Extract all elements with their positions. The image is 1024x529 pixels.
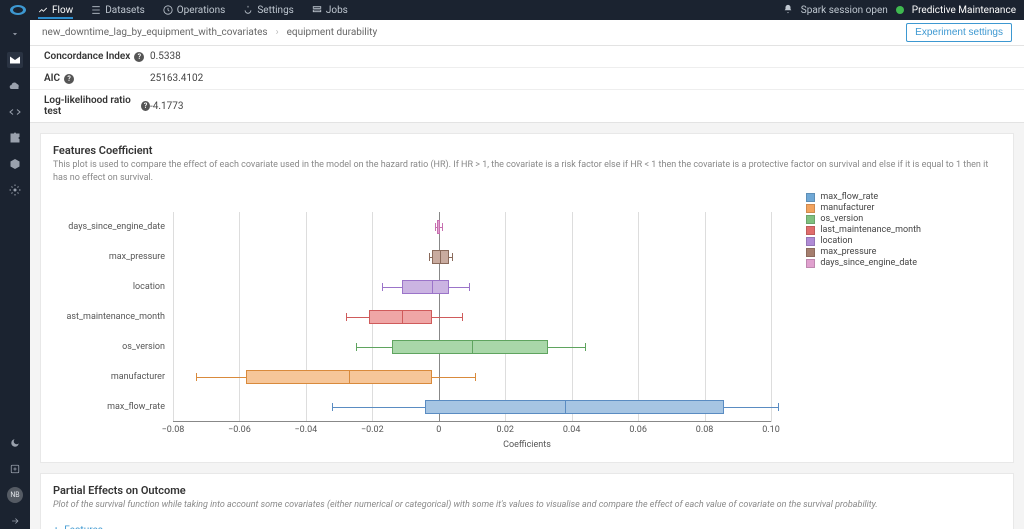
moon-icon[interactable] — [7, 435, 23, 451]
metric-value: 0.5338 — [150, 51, 181, 62]
y-tick-label: os_version — [59, 342, 169, 352]
box-days_since_engine_date — [173, 220, 771, 234]
project-name[interactable]: Predictive Maintenance — [912, 5, 1016, 16]
plot-area — [173, 212, 771, 422]
x-tick-label: 0 — [436, 425, 441, 435]
nav-operations[interactable]: Operations — [163, 5, 226, 16]
x-tick-label: −0.06 — [228, 425, 251, 435]
box-max_flow_rate — [173, 400, 771, 414]
x-tick-label: −0.08 — [162, 425, 185, 435]
left-sidebar: NB — [0, 20, 30, 529]
partial-effects-panel: Partial Effects on Outcome Plot of the s… — [40, 473, 1014, 529]
features-expand[interactable]: + Features — [53, 524, 1001, 529]
y-tick-label: ast_maintenance_month — [59, 312, 169, 322]
add-icon[interactable] — [7, 461, 23, 477]
status-dot-icon — [896, 6, 904, 14]
y-tick-label: manufacturer — [59, 372, 169, 382]
arrow-right-icon[interactable] — [7, 513, 23, 529]
panel-description: This plot is used to compare the effect … — [53, 159, 1001, 184]
metric-label: Log-likelihood ratio test ? — [44, 95, 150, 117]
y-tick-label: location — [59, 282, 169, 292]
metric-row: AIC ?25163.4102 — [30, 68, 1024, 90]
nav-datasets[interactable]: Datasets — [91, 5, 145, 16]
experiment-settings-button[interactable]: Experiment settings — [906, 23, 1012, 42]
features-coefficient-panel: Features Coefficient This plot is used t… — [40, 133, 1014, 463]
box-os_version — [173, 340, 771, 354]
nav-jobs[interactable]: Jobs — [312, 5, 348, 16]
breadcrumb-parent[interactable]: new_downtime_lag_by_equipment_with_covar… — [42, 27, 268, 38]
breadcrumb-current: equipment durability — [287, 27, 378, 38]
panel-description: Plot of the survival function while taki… — [53, 499, 1001, 512]
top-menu: Flow Datasets Operations Settings Jobs — [38, 5, 348, 16]
metric-row: Log-likelihood ratio test ?-4.1773 — [30, 90, 1024, 122]
cloud-upload-icon[interactable] — [7, 78, 23, 94]
y-tick-label: max_flow_rate — [59, 402, 169, 412]
box-location — [173, 280, 771, 294]
nav-settings[interactable]: Settings — [243, 5, 294, 16]
bell-icon[interactable] — [783, 4, 793, 17]
box-manufacturer — [173, 370, 771, 384]
box-ast_maintenance_month — [173, 310, 771, 324]
info-icon[interactable]: ? — [64, 74, 74, 84]
metric-value: 25163.4102 — [150, 73, 203, 84]
box-max_pressure — [173, 250, 771, 264]
panel-title: Partial Effects on Outcome — [53, 484, 1001, 497]
puzzle-icon[interactable] — [7, 130, 23, 146]
features-coefficient-chart: max_flow_ratemanufactureros_versionlast_… — [53, 192, 1001, 452]
x-axis-label: Coefficients — [503, 440, 551, 450]
x-tick-label: −0.02 — [361, 425, 384, 435]
chevron-right-icon: › — [276, 27, 279, 38]
nav-flow[interactable]: Flow — [38, 5, 73, 19]
x-tick-label: 0.10 — [762, 425, 780, 435]
metric-label: AIC ? — [44, 73, 150, 84]
cube-icon[interactable] — [7, 156, 23, 172]
metrics-block: Concordance Index ?0.5338AIC ?25163.4102… — [30, 46, 1024, 123]
gear-icon[interactable] — [7, 182, 23, 198]
panel-title: Features Coefficient — [53, 144, 1001, 157]
app-logo[interactable] — [8, 3, 28, 17]
x-tick-label: 0.06 — [629, 425, 647, 435]
x-tick-label: 0.02 — [496, 425, 514, 435]
info-icon[interactable]: ? — [141, 101, 150, 111]
top-nav: Flow Datasets Operations Settings Jobs Spark… — [0, 0, 1024, 20]
code-icon[interactable] — [7, 104, 23, 120]
features-expand-label: Features — [64, 525, 103, 529]
breadcrumb: new_downtime_lag_by_equipment_with_covar… — [42, 27, 377, 38]
x-tick-label: 0.04 — [563, 425, 581, 435]
x-tick-label: 0.08 — [696, 425, 714, 435]
chevron-down-icon[interactable] — [7, 26, 23, 42]
y-tick-label: max_pressure — [59, 252, 169, 262]
mail-icon[interactable] — [7, 52, 23, 68]
metric-label: Concordance Index ? — [44, 51, 150, 62]
user-avatar[interactable]: NB — [7, 487, 23, 503]
y-tick-label: days_since_engine_date — [59, 222, 169, 232]
metric-value: -4.1773 — [150, 101, 184, 112]
x-tick-label: −0.04 — [295, 425, 318, 435]
session-status: Spark session open — [801, 5, 888, 16]
breadcrumb-bar: new_downtime_lag_by_equipment_with_covar… — [30, 20, 1024, 46]
plus-icon: + — [53, 524, 59, 529]
metric-row: Concordance Index ?0.5338 — [30, 46, 1024, 68]
info-icon[interactable]: ? — [134, 52, 144, 62]
main-content: new_downtime_lag_by_equipment_with_covar… — [30, 20, 1024, 529]
